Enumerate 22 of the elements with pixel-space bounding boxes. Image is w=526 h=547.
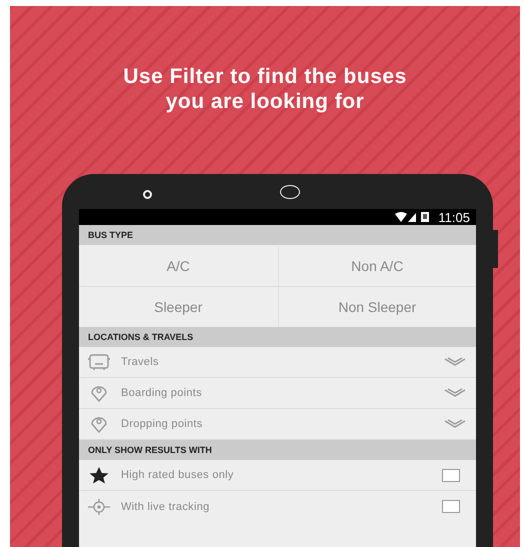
filter-label: Travels [121, 356, 160, 368]
filter-label: High rated buses only [121, 469, 235, 481]
filter-label: With live tracking [121, 500, 211, 512]
filter-label: Dropping points [121, 418, 204, 430]
camera-icon [143, 190, 152, 199]
headline-text: you are looking for [166, 89, 364, 114]
star-icon [87, 466, 111, 484]
clock-text: 11:05 [438, 210, 470, 224]
section-header: LOCATIONS & TRAVELS [79, 327, 476, 347]
chevron-icon[interactable] [444, 419, 466, 429]
checkbox[interactable] [442, 500, 460, 513]
headline-text: Use Filter to find the buses [123, 64, 407, 89]
chevron-icon[interactable] [444, 388, 466, 398]
crosshair-icon [87, 498, 111, 516]
chevron-icon[interactable] [444, 357, 466, 367]
section-header: BUS TYPE [79, 225, 476, 245]
filter-label: Boarding points [121, 387, 203, 399]
bus-icon [87, 353, 111, 371]
checkbox[interactable] [442, 468, 460, 482]
sensor-icon [280, 185, 300, 199]
bus-type-option[interactable]: Non Sleeper [278, 286, 476, 327]
section-header: ONLY SHOW RESULTS WITH [79, 440, 476, 460]
